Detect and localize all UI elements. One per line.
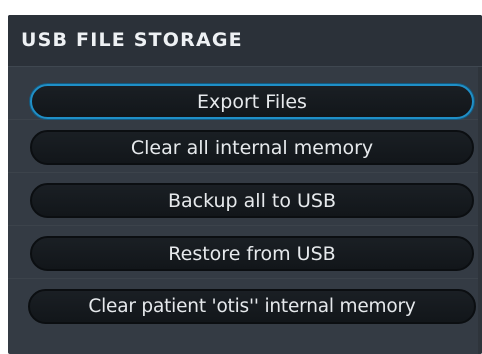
panel-title: USB FILE STORAGE (21, 29, 243, 51)
export-files-button[interactable]: Export Files (30, 84, 474, 119)
scrollbar[interactable] (478, 67, 482, 354)
restore-from-usb-button[interactable]: Restore from USB (30, 236, 474, 271)
list-row-export: Export Files (8, 67, 482, 120)
list-row-backup: Backup all to USB (8, 173, 482, 226)
list-row-clear-all: Clear all internal memory (8, 120, 482, 173)
clear-patient-internal-memory-button[interactable]: Clear patient 'otis'' internal memory (28, 289, 476, 324)
list-row-restore: Restore from USB (8, 226, 482, 279)
backup-all-to-usb-button[interactable]: Backup all to USB (30, 183, 474, 218)
clear-all-internal-memory-button[interactable]: Clear all internal memory (30, 130, 474, 165)
panel-header: USB FILE STORAGE (8, 15, 482, 67)
list-row-clear-patient: Clear patient 'otis'' internal memory (8, 279, 482, 331)
usb-file-storage-panel: USB FILE STORAGE Export Files Clear all … (8, 15, 482, 354)
